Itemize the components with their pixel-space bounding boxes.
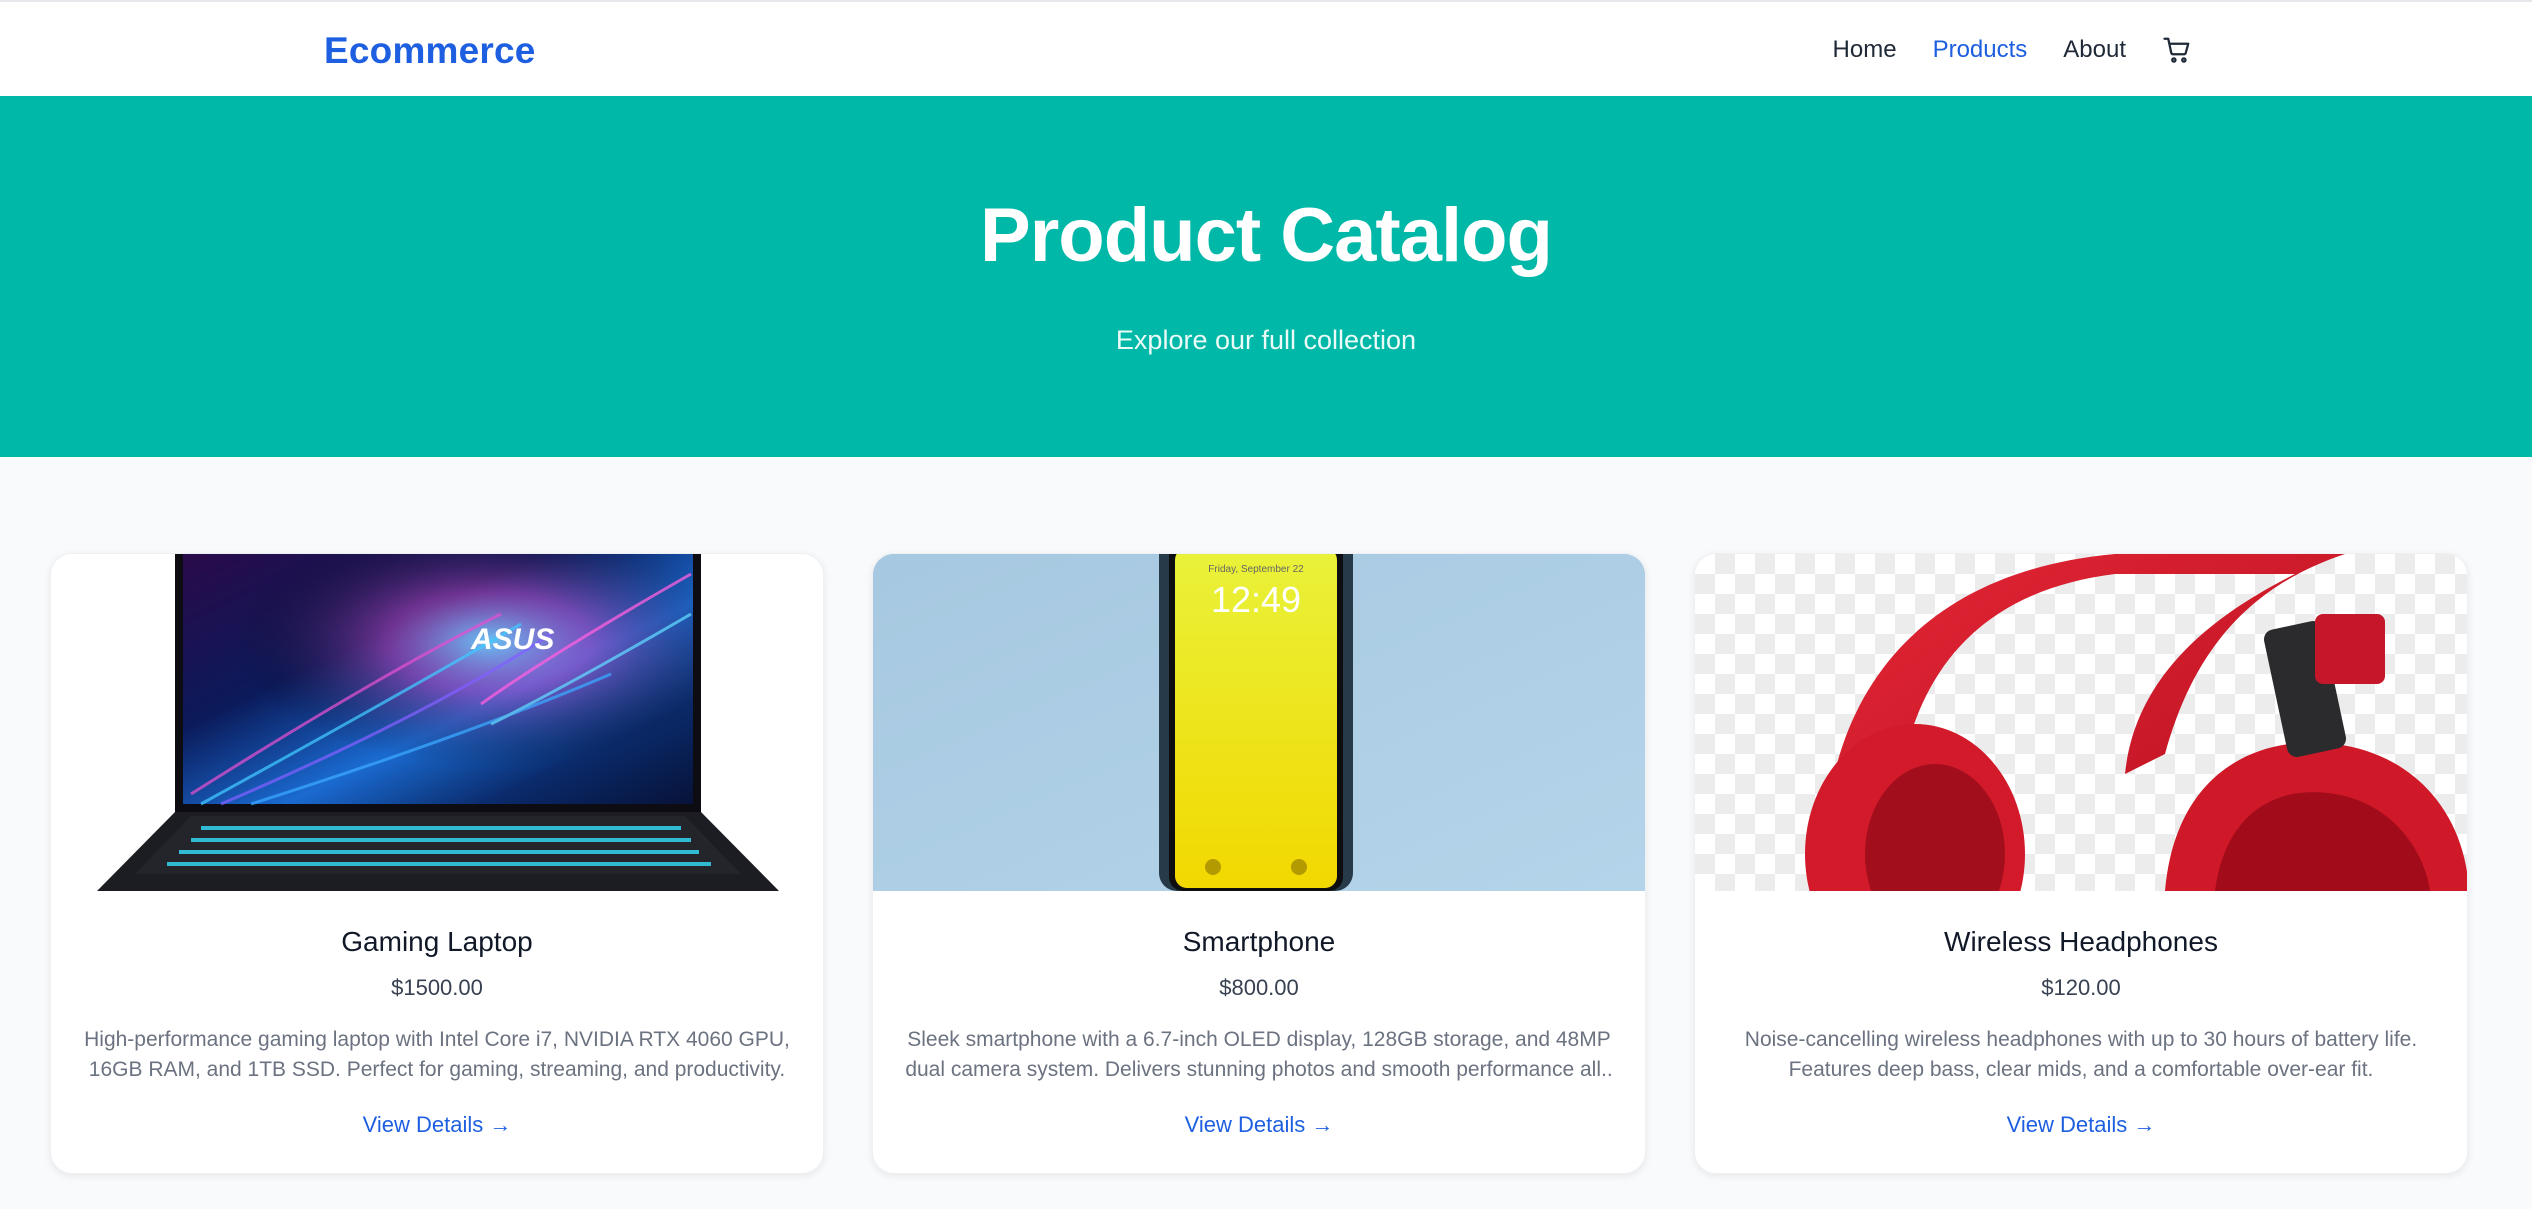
product-name: Smartphone xyxy=(1182,926,1336,957)
view-details-link[interactable]: View Details → xyxy=(873,1112,1645,1138)
page-title: Product Catalog xyxy=(980,193,1553,278)
cart-icon[interactable] xyxy=(2160,33,2194,67)
product-name: Gaming Laptop xyxy=(341,926,533,957)
product-card-smartphone[interactable]: Friday, September 22 12:49 Smartphone $8… xyxy=(872,553,1646,1174)
nav-products[interactable]: Products xyxy=(1933,32,2028,68)
site-header: Ecommerce Home Products About xyxy=(0,0,2532,96)
product-description: High-performance gaming laptop with Inte… xyxy=(84,1028,790,1081)
svg-text:Friday, September 22: Friday, September 22 xyxy=(1208,564,1304,575)
product-description: Sleek smartphone with a 6.7-inch OLED di… xyxy=(905,1028,1613,1081)
hero-banner: Product Catalog Explore our full collect… xyxy=(0,96,2532,457)
product-image-laptop[interactable]: ASUS xyxy=(51,554,823,891)
product-card-headphones[interactable]: Wireless Headphones $120.00 Noise-cancel… xyxy=(1694,553,2468,1174)
product-image-smartphone[interactable]: Friday, September 22 12:49 xyxy=(873,554,1645,891)
svg-text:ASUS: ASUS xyxy=(470,623,554,656)
product-image-headphones[interactable] xyxy=(1695,554,2467,891)
brand-logo[interactable]: Ecommerce xyxy=(324,30,536,72)
product-price: $120.00 xyxy=(2041,975,2121,1000)
product-card-gaming-laptop[interactable]: ASUS Gaming Laptop $1500.00 High-perform… xyxy=(50,553,824,1174)
product-name: Wireless Headphones xyxy=(1944,926,2218,957)
nav-home[interactable]: Home xyxy=(1833,32,1897,68)
phone-screen-time: 12:49 xyxy=(1211,579,1301,620)
nav-about[interactable]: About xyxy=(2063,32,2126,68)
product-price: $800.00 xyxy=(1219,975,1299,1000)
product-price: $1500.00 xyxy=(391,975,483,1000)
view-details-link[interactable]: View Details → xyxy=(1695,1112,2467,1138)
main-nav: Home Products About xyxy=(1797,32,2194,68)
view-details-link[interactable]: View Details → xyxy=(51,1112,823,1138)
page-subtitle: Explore our full collection xyxy=(1115,325,1417,355)
product-description: Noise-cancelling wireless headphones wit… xyxy=(1744,1028,2418,1081)
